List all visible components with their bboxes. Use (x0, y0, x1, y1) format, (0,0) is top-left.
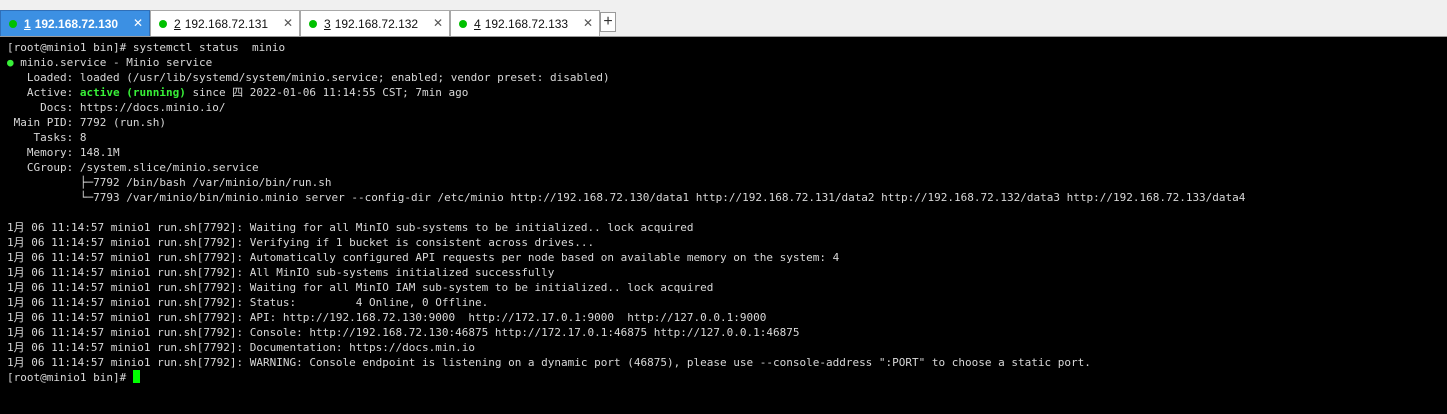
terminal-output[interactable]: [root@minio1 bin]# systemctl status mini… (0, 37, 1447, 414)
tab-number: 3 (324, 16, 331, 31)
shell-prompt: [root@minio1 bin]# (7, 371, 133, 384)
docs-line: Docs: https://docs.minio.io/ (7, 101, 226, 114)
active-status-icon: ● (7, 56, 14, 69)
log-line: 1月 06 11:14:57 minio1 run.sh[7792]: All … (7, 266, 555, 279)
active-label: Active: (7, 86, 80, 99)
active-since: since 四 2022-01-06 11:14:55 CST; 7min ag… (185, 86, 469, 99)
tab-number: 4 (474, 16, 481, 31)
log-line: 1月 06 11:14:57 minio1 run.sh[7792]: Wait… (7, 221, 694, 234)
close-tab-icon[interactable]: ✕ (583, 16, 593, 30)
connected-status-icon (159, 19, 167, 28)
log-line: 1月 06 11:14:57 minio1 run.sh[7792]: Stat… (7, 296, 489, 309)
log-line: 1月 06 11:14:57 minio1 run.sh[7792]: Veri… (7, 236, 595, 249)
prompt-line[interactable]: [root@minio1 bin]# (7, 370, 1447, 385)
process-line: ├─7792 /bin/bash /var/minio/bin/run.sh (7, 176, 332, 189)
log-line: 1月 06 11:14:57 minio1 run.sh[7792]: Wait… (7, 281, 714, 294)
tasks-line: Tasks: 8 (7, 131, 87, 144)
process-line: └─7793 /var/minio/bin/minio.minio server… (7, 191, 1246, 204)
tab-label: 192.168.72.131 (184, 16, 269, 31)
session-tab-2[interactable]: 2 192.168.72.131 ✕ (150, 10, 300, 36)
log-line: 1月 06 11:14:57 minio1 run.sh[7792]: Docu… (7, 341, 475, 354)
command-line: [root@minio1 bin]# systemctl status mini… (7, 41, 286, 54)
main-pid-line: Main PID: 7792 (run.sh) (7, 116, 166, 129)
tab-label: 192.168.72.130 (34, 16, 119, 31)
log-line: 1月 06 11:14:57 minio1 run.sh[7792]: Auto… (7, 251, 840, 264)
session-tab-4[interactable]: 4 192.168.72.133 ✕ (450, 10, 600, 36)
log-line: 1月 06 11:14:57 minio1 run.sh[7792]: Cons… (7, 326, 800, 339)
memory-line: Memory: 148.1M (7, 146, 120, 159)
session-tab-3[interactable]: 3 192.168.72.132 ✕ (300, 10, 450, 36)
tab-number: 2 (174, 16, 181, 31)
add-tab-button[interactable]: + (600, 12, 616, 32)
close-tab-icon[interactable]: ✕ (133, 16, 143, 30)
active-state: active (running) (79, 86, 186, 99)
close-tab-icon[interactable]: ✕ (433, 16, 443, 30)
tab-label: 192.168.72.132 (334, 16, 419, 31)
service-name: minio.service - Minio service (13, 56, 213, 69)
log-line: 1月 06 11:14:57 minio1 run.sh[7792]: WARN… (7, 356, 1091, 369)
connected-status-icon (309, 19, 317, 28)
active-line: Active: active (running) since 四 2022-01… (7, 85, 1447, 100)
service-header-line: ● minio.service - Minio service (7, 55, 1447, 70)
tab-number: 1 (24, 16, 31, 31)
loaded-line: Loaded: loaded (/usr/lib/systemd/system/… (7, 71, 610, 84)
session-tab-bar: 1 192.168.72.130 ✕ 2 192.168.72.131 ✕ 3 … (0, 0, 1447, 37)
session-tab-1[interactable]: 1 192.168.72.130 ✕ (0, 10, 150, 36)
close-tab-icon[interactable]: ✕ (283, 16, 293, 30)
tab-label: 192.168.72.133 (484, 16, 569, 31)
log-line: 1月 06 11:14:57 minio1 run.sh[7792]: API:… (7, 311, 767, 324)
connected-status-icon (9, 19, 17, 28)
connected-status-icon (459, 19, 467, 28)
cgroup-line: CGroup: /system.slice/minio.service (7, 161, 259, 174)
text-cursor (132, 370, 140, 383)
